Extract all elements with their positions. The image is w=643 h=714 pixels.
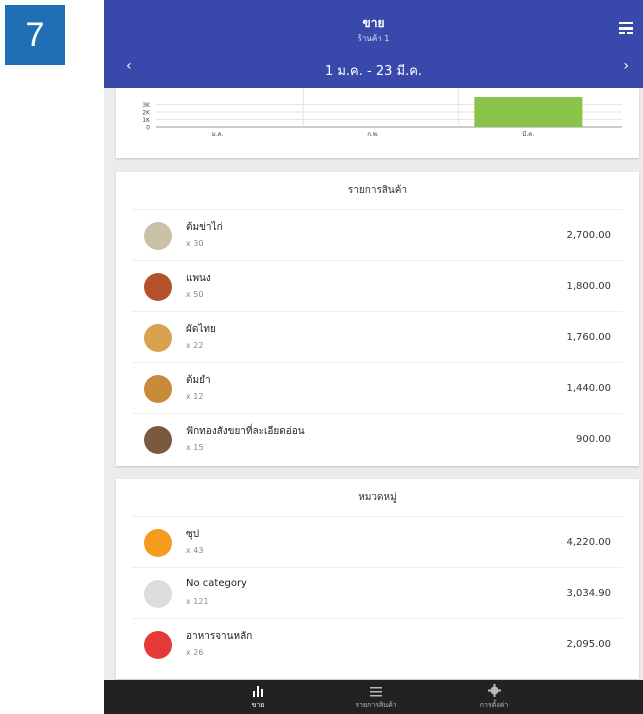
sales-chart-card: 3K 2K 1K 0 ม.ค. ก.พ. มี.ค.	[116, 88, 639, 158]
gear-icon	[434, 683, 554, 697]
category-list-card: หมวดหมู่ ซุป x 43 4,220.00 No category x…	[116, 479, 639, 679]
y-tick-label: 3K	[142, 102, 151, 109]
product-list-heading: รายการสินค้า	[132, 172, 623, 210]
list-icon	[316, 683, 436, 697]
product-amount: 900.00	[576, 434, 611, 445]
product-qty: x 22	[186, 341, 204, 350]
nav-sales[interactable]: ขาย	[198, 683, 318, 711]
bar	[474, 97, 583, 127]
step-number-badge: 7	[5, 5, 65, 65]
category-row[interactable]: No category x 121 3,034.90	[132, 568, 623, 619]
product-thumbnail	[144, 426, 172, 454]
category-row[interactable]: ซุป x 43 4,220.00	[132, 517, 623, 568]
nav-sales-label: ขาย	[251, 701, 265, 709]
product-thumbnail	[144, 222, 172, 250]
x-tick-label: ก.พ.	[367, 131, 378, 138]
category-name: อาหารจานหลัก	[186, 631, 253, 642]
app-header: ขาย ร้านค้า 1 ‹ 1 ม.ค. - 23 มี.ค. ›	[104, 0, 643, 88]
category-amount: 3,034.90	[566, 588, 611, 599]
x-tick-label: ม.ค.	[212, 131, 224, 138]
store-name: ร้านค้า 1	[357, 34, 390, 43]
category-color-dot	[144, 580, 172, 608]
category-amount: 2,095.00	[566, 639, 611, 650]
product-row[interactable]: ผัดไทย x 22 1,760.00	[132, 312, 623, 363]
product-name: ต้มข่าไก่	[186, 222, 223, 233]
nav-settings[interactable]: การตั้งค่า	[434, 683, 554, 711]
product-amount: 1,760.00	[566, 332, 611, 343]
product-thumbnail	[144, 324, 172, 352]
product-amount: 1,800.00	[566, 281, 611, 292]
date-range[interactable]: 1 ม.ค. - 23 มี.ค.	[104, 60, 643, 81]
product-name: แพนง	[186, 273, 211, 284]
product-qty: x 30	[186, 239, 204, 248]
product-list-card: รายการสินค้า ต้มข่าไก่ x 30 2,700.00 แพน…	[116, 172, 639, 466]
product-row[interactable]: ฟักทองสังขยาที่ละเอียดอ่อน x 15 900.00	[132, 414, 623, 465]
nav-settings-label: การตั้งค่า	[479, 701, 509, 709]
product-thumbnail	[144, 375, 172, 403]
drawer-icon[interactable]	[619, 22, 633, 34]
chevron-right-icon[interactable]: ›	[623, 58, 629, 74]
nav-items[interactable]: รายการสินค้า	[316, 683, 436, 711]
product-name: ฟักทองสังขยาที่ละเอียดอ่อน	[186, 426, 305, 437]
category-list-heading: หมวดหมู่	[132, 479, 623, 517]
product-amount: 1,440.00	[566, 383, 611, 394]
product-amount: 2,700.00	[566, 230, 611, 241]
category-color-dot	[144, 631, 172, 659]
category-amount: 4,220.00	[566, 537, 611, 548]
category-qty: x 43	[186, 546, 204, 555]
product-row[interactable]: ต้มยำ x 12 1,440.00	[132, 363, 623, 414]
product-name: ผัดไทย	[186, 324, 216, 335]
y-tick-label: 1K	[142, 117, 151, 124]
product-name: ต้มยำ	[186, 375, 211, 386]
product-qty: x 50	[186, 290, 204, 299]
category-qty: x 121	[186, 597, 209, 606]
category-row[interactable]: อาหารจานหลัก x 26 2,095.00	[132, 619, 623, 670]
y-tick-label: 2K	[142, 110, 151, 117]
bottom-navigation: ขาย รายการสินค้า การตั้งค่า	[104, 680, 643, 714]
category-color-dot	[144, 529, 172, 557]
product-qty: x 12	[186, 392, 204, 401]
category-qty: x 26	[186, 648, 204, 657]
category-name: ซุป	[186, 529, 200, 540]
product-thumbnail	[144, 273, 172, 301]
x-tick-label: มี.ค.	[522, 130, 534, 138]
product-qty: x 15	[186, 443, 204, 452]
sales-bar-chart: 3K2K1K0 ม.ค. ก.พ. มี.ค.	[142, 88, 622, 138]
product-row[interactable]: แพนง x 50 1,800.00	[132, 261, 623, 312]
device-screen: ขาย ร้านค้า 1 ‹ 1 ม.ค. - 23 มี.ค. › 3K 2K…	[104, 0, 643, 714]
y-tick-label: 0	[146, 125, 150, 132]
page-title: ขาย	[362, 16, 385, 30]
product-row[interactable]: ต้มข่าไก่ x 30 2,700.00	[132, 210, 623, 261]
category-name: No category	[186, 578, 247, 589]
bar-chart-icon	[198, 683, 318, 697]
nav-items-label: รายการสินค้า	[355, 701, 397, 709]
